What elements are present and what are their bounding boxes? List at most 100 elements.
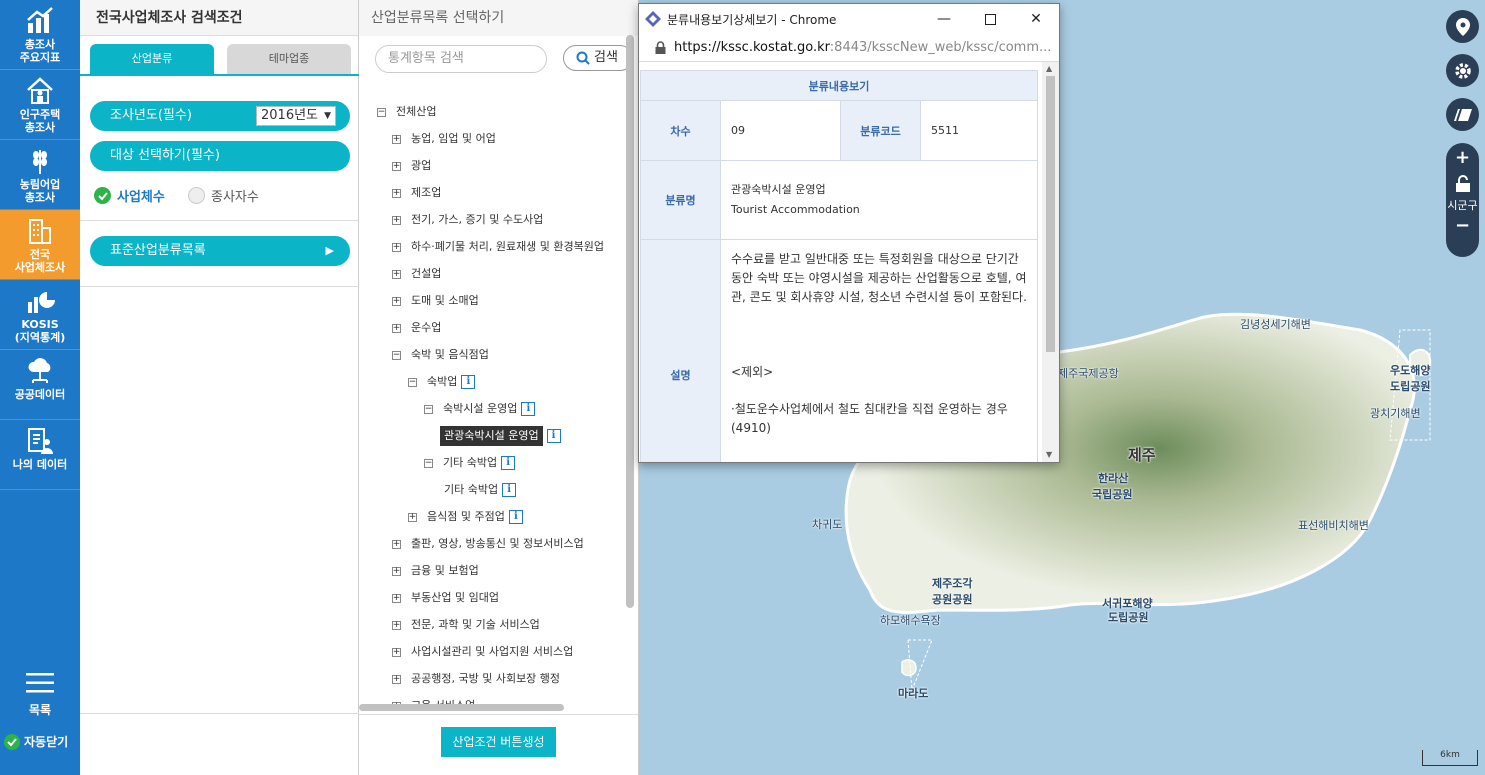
tree-item[interactable]: + 공공행정, 국방 및 사회보장 행정	[392, 669, 560, 689]
building-icon	[29, 219, 51, 244]
window-titlebar[interactable]: 분류내용보기상세보기 - Chrome — ✕	[639, 4, 1059, 34]
auto-close-toggle[interactable]: 자동닫기	[4, 733, 68, 750]
search-button[interactable]: 검색	[563, 45, 633, 71]
address-bar[interactable]: https://kssc.kostat.go.kr:8443/ksscNew_w…	[639, 34, 1059, 62]
info-icon[interactable]: i	[461, 375, 476, 389]
tree-item[interactable]: − 기타 숙박업 i	[424, 453, 516, 473]
expand-icon: +	[392, 592, 401, 603]
tree-horizontal-scrollbar[interactable]	[359, 704, 564, 711]
tree-item[interactable]: + 부동산업 및 임대업	[392, 588, 499, 608]
std-industry-list-button[interactable]: 표준산업분류목록 ▶	[90, 236, 350, 266]
scroll-thumb[interactable]	[1046, 76, 1055, 352]
cloud-network-icon	[28, 358, 51, 383]
year-label: 조사년도(필수)	[110, 108, 192, 123]
tab-theme[interactable]: 테마업종	[227, 44, 351, 74]
tree-item[interactable]: + 출판, 영상, 방송통신 및 정보서비스업	[392, 534, 584, 554]
tab-industry[interactable]: 산업분류	[90, 44, 214, 74]
map-label: 차귀도	[812, 518, 843, 531]
eraser-button[interactable]	[1446, 98, 1479, 131]
tree-item[interactable]: + 농업, 임업 및 어업	[392, 129, 496, 149]
info-icon[interactable]: i	[508, 510, 523, 524]
expand-icon: +	[392, 160, 401, 171]
nav-label: 총조사	[24, 38, 56, 51]
lock-icon	[655, 41, 666, 54]
expand-icon: +	[392, 241, 401, 252]
tree-item[interactable]: + 제조업	[392, 183, 441, 203]
tree-item[interactable]: + 전기, 가스, 증기 및 수도사업	[392, 210, 543, 230]
scroll-up-icon[interactable]: ▲	[1046, 64, 1052, 73]
nav-label: 전국	[29, 248, 51, 261]
tree-label: 농업, 임업 및 어업	[411, 132, 496, 145]
popup-scrollbar[interactable]: ▲ ▼	[1042, 62, 1059, 462]
close-button[interactable]: ✕	[1013, 4, 1059, 34]
nav-item-business-census[interactable]: 전국 사업체조사	[0, 210, 80, 280]
search-button-label: 검색	[594, 50, 618, 65]
info-icon[interactable]: i	[521, 402, 536, 416]
minimize-button[interactable]: —	[921, 4, 967, 34]
nav-label: 사업체조사	[14, 261, 66, 274]
info-icon[interactable]: i	[546, 429, 561, 443]
expand-icon: +	[392, 268, 401, 279]
expand-icon: +	[392, 133, 401, 144]
tree-item[interactable]: + 음식점 및 주점업 i	[408, 507, 523, 527]
generate-condition-button[interactable]: 산업조건 버튼생성	[441, 727, 556, 757]
map-label: 광치기해변	[1370, 407, 1421, 420]
zoom-out-button[interactable]: −	[1446, 213, 1479, 239]
tree-item[interactable]: − 숙박 및 음식점업	[392, 345, 489, 365]
tree-item[interactable]: + 운수업	[392, 318, 441, 338]
tree-item-selected[interactable]: 관광숙박시설 운영업 i	[440, 426, 561, 446]
table-header: 분류내용보기	[640, 70, 1038, 101]
map-label: 마라도	[898, 687, 929, 700]
nav-item-my-data[interactable]: 나의 데이터	[0, 420, 80, 490]
tree-item[interactable]: + 하수·폐기물 처리, 원료재생 및 환경복원업	[392, 237, 604, 257]
nav-item-population-census[interactable]: 인구주택 총조사	[0, 70, 80, 140]
tree-item[interactable]: + 전문, 과학 및 기술 서비스업	[392, 615, 540, 635]
zoom-in-button[interactable]: +	[1446, 143, 1479, 173]
classification-table: 분류내용보기 차수 09 분류코드 5511 분류명 관광숙박시설 운영업 To…	[640, 70, 1038, 462]
tree-vertical-scrollbar[interactable]	[626, 35, 634, 608]
expand-icon: +	[392, 565, 401, 576]
degree-label: 차수	[640, 100, 721, 161]
tree-item[interactable]: + 도매 및 소매업	[392, 291, 479, 311]
tree-item[interactable]: 기타 숙박업 i	[444, 480, 517, 500]
tree-item[interactable]: + 금융 및 보험업	[392, 561, 479, 581]
expand-icon: +	[392, 538, 401, 549]
radio-worker-count[interactable]: 종사자수	[188, 186, 259, 205]
collapse-icon: −	[408, 376, 417, 387]
wheat-icon	[33, 150, 47, 174]
nav-item-census-indicators[interactable]: 총조사 주요지표	[0, 0, 80, 70]
tree-label: 운수업	[411, 321, 442, 334]
info-icon[interactable]: i	[502, 483, 517, 497]
tree-item[interactable]: − 숙박시설 운영업 i	[424, 399, 536, 419]
year-dropdown[interactable]: 2016년도 ▼	[256, 106, 336, 126]
tree-root[interactable]: − 전체산업	[377, 102, 436, 122]
nav-item-kosis[interactable]: KOSIS (지역통계)	[0, 280, 80, 350]
maximize-button[interactable]	[967, 4, 1013, 34]
nav-label: 인구주택	[19, 108, 61, 121]
settings-button[interactable]	[1446, 54, 1479, 87]
location-button[interactable]	[1446, 10, 1479, 43]
tree-label: 기타 숙박업	[443, 456, 498, 469]
search-input[interactable]: 통계항목 검색	[375, 45, 547, 73]
name-en: Tourist Accommodation	[731, 203, 860, 216]
nav-item-public-data[interactable]: 공공데이터	[0, 350, 80, 420]
scroll-down-icon[interactable]: ▼	[1046, 450, 1052, 459]
radio-unchecked-icon	[188, 187, 205, 204]
unlock-icon[interactable]	[1455, 175, 1471, 193]
radio-label: 종사자수	[211, 190, 259, 205]
desc-value: 수수료를 받고 일반대중 또는 특정회원을 대상으로 단기간동안 숙박 또는 야…	[720, 239, 1038, 462]
tree-label: 숙박업	[427, 375, 458, 388]
menu-button[interactable]: 목록	[0, 672, 80, 718]
info-icon[interactable]: i	[501, 456, 516, 470]
window-title: 분류내용보기상세보기 - Chrome	[667, 12, 837, 27]
tree-item[interactable]: + 광업	[392, 156, 431, 176]
check-icon	[4, 733, 20, 750]
radio-business-count[interactable]: 사업체수	[94, 186, 165, 205]
target-select-button[interactable]: 대상 선택하기(필수)	[90, 141, 350, 171]
tree-item[interactable]: − 숙박업 i	[408, 372, 476, 392]
gear-icon	[1454, 62, 1471, 79]
nav-item-agriculture-census[interactable]: 농림어업 총조사	[0, 140, 80, 210]
tree-item[interactable]: + 건설업	[392, 264, 441, 284]
tree-item[interactable]: + 사업시설관리 및 사업지원 서비스업	[392, 642, 573, 662]
site-favicon-icon	[645, 11, 661, 27]
